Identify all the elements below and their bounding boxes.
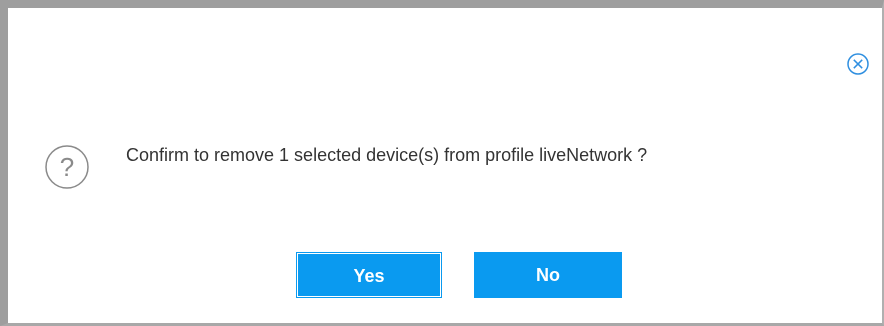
confirm-dialog: ? Confirm to remove 1 selected device(s)…	[0, 0, 884, 326]
confirm-message: Confirm to remove 1 selected device(s) f…	[126, 145, 648, 165]
yes-button[interactable]: Yes	[296, 252, 442, 298]
no-button[interactable]: No	[474, 252, 622, 298]
close-icon[interactable]	[846, 52, 870, 76]
svg-text:?: ?	[60, 152, 74, 182]
question-circle-icon: ?	[44, 144, 90, 190]
